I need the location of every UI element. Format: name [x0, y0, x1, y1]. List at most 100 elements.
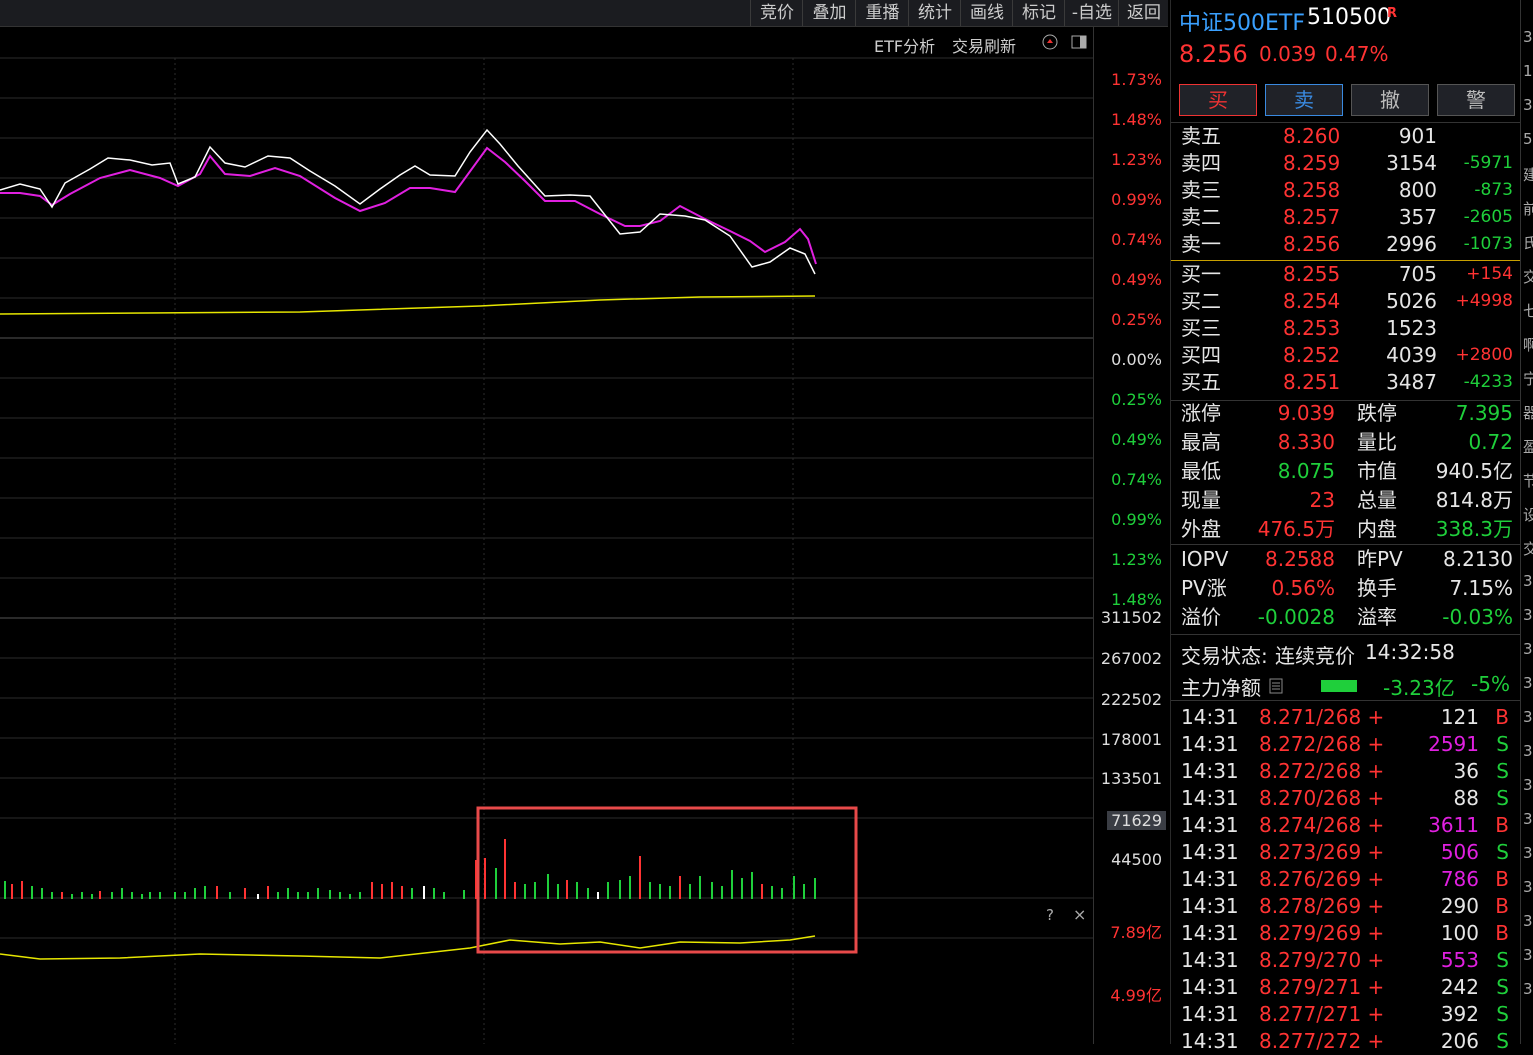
tick-row[interactable]: 14:31 8.271/268 + 121 B [1171, 704, 1521, 731]
tick-price: 8.279/270 + [1259, 948, 1385, 972]
price-change-pct: 0.47% [1325, 42, 1389, 66]
tick-time: 14:31 [1181, 948, 1239, 972]
menu-item-0[interactable]: 竞价 [750, 0, 803, 26]
tick-row[interactable]: 14:31 8.279/270 + 553 S [1171, 947, 1521, 974]
security-name: 中证500ETF [1179, 11, 1305, 36]
stat-value: 7.15% [1449, 576, 1513, 600]
bid-row[interactable]: 买一 8.255 705 +154 [1171, 261, 1521, 288]
tick-row[interactable]: 14:31 8.278/269 + 290 B [1171, 893, 1521, 920]
ask-row[interactable]: 卖四 8.259 3154 -5971 [1171, 150, 1521, 177]
stat-label: 外盘 [1181, 517, 1221, 541]
menu-item-3[interactable]: 统计 [908, 0, 961, 26]
tick-row[interactable]: 14:31 8.274/268 + 3611 B [1171, 812, 1521, 839]
stat-label: 最低 [1181, 459, 1221, 483]
tick-row[interactable]: 14:31 8.272/268 + 2591 S [1171, 731, 1521, 758]
stat-label: 溢价 [1181, 605, 1221, 629]
list-icon[interactable] [1269, 678, 1283, 694]
price-axis-label: 1.48% [1111, 590, 1162, 609]
bid-row[interactable]: 买五 8.251 3487 -4233 [1171, 369, 1521, 396]
edge-char: 1 [1523, 62, 1533, 80]
alert-button[interactable]: 警 [1437, 84, 1515, 116]
tick-side: S [1496, 759, 1509, 783]
edge-char: 5 [1523, 130, 1533, 148]
last-price: 8.256 [1179, 40, 1248, 68]
tick-price: 8.277/271 + [1259, 1002, 1385, 1026]
menu-item-1[interactable]: 叠加 [802, 0, 856, 26]
main-flow-bar [1321, 680, 1357, 692]
volume-axis-label: 133501 [1100, 769, 1162, 788]
tick-side: S [1496, 1029, 1509, 1053]
tick-time: 14:31 [1181, 867, 1239, 891]
intraday-chart[interactable]: ? × [0, 26, 1093, 1044]
price-axis-label: 0.74% [1111, 470, 1162, 489]
tick-side: B [1495, 867, 1509, 891]
price-axis-label: 0.99% [1111, 190, 1162, 209]
tick-time: 14:31 [1181, 894, 1239, 918]
tick-time: 14:31 [1181, 975, 1239, 999]
cancel-button[interactable]: 撤 [1351, 84, 1429, 116]
tick-row[interactable]: 14:31 8.276/269 + 786 B [1171, 866, 1521, 893]
tick-side: S [1496, 975, 1509, 999]
side-strip: 3135建前氏交七啊宁器盈节设交3333333333333 [1520, 0, 1533, 1044]
tick-row[interactable]: 14:31 8.277/272 + 206 S [1171, 1028, 1521, 1055]
edge-char: 设 [1523, 506, 1533, 524]
ask-row[interactable]: 卖二 8.257 357 -2605 [1171, 204, 1521, 231]
edge-char: 器 [1523, 404, 1533, 422]
bid-row[interactable]: 买四 8.252 4039 +2800 [1171, 342, 1521, 369]
price-axis-label: 0.00% [1111, 350, 1162, 369]
tick-time: 14:31 [1181, 921, 1239, 945]
menu-item-5[interactable]: 标记 [1012, 0, 1065, 26]
level-delta: +2800 [1455, 345, 1513, 365]
level-label: 买五 [1181, 370, 1221, 394]
tick-side: S [1496, 732, 1509, 756]
menu-item-2[interactable]: 重播 [855, 0, 909, 26]
level-delta: -2605 [1463, 207, 1513, 227]
sell-button[interactable]: 卖 [1265, 84, 1343, 116]
tick-volume: 242 [1440, 975, 1479, 999]
tick-volume: 2591 [1428, 732, 1479, 756]
help-icon[interactable]: ? [1046, 906, 1054, 924]
buy-button[interactable]: 买 [1179, 84, 1257, 116]
menu-item-6[interactable]: -自选 [1064, 0, 1119, 26]
ask-row[interactable]: 卖一 8.256 2996 -1073 [1171, 231, 1521, 258]
price-change: 0.039 [1259, 42, 1317, 66]
stat-row: 最高 8.330 量比 0.72 [1171, 429, 1521, 456]
tick-time: 14:31 [1181, 786, 1239, 810]
menu-item-7[interactable]: 返回 [1118, 0, 1169, 26]
edge-char: 3 [1523, 980, 1533, 998]
bid-row[interactable]: 买二 8.254 5026 +4998 [1171, 288, 1521, 315]
tick-row[interactable]: 14:31 8.270/268 + 88 S [1171, 785, 1521, 812]
tick-row[interactable]: 14:31 8.272/268 + 36 S [1171, 758, 1521, 785]
level-volume: 3154 [1386, 151, 1437, 175]
security-code: 510500 [1307, 5, 1391, 30]
stat-value: 23 [1309, 488, 1335, 512]
tick-row[interactable]: 14:31 8.277/271 + 392 S [1171, 1001, 1521, 1028]
stat-row: 外盘 476.5万 内盘 338.3万 [1171, 516, 1521, 543]
close-icon[interactable]: × [1073, 905, 1086, 924]
ask-row[interactable]: 卖五 8.260 901 [1171, 123, 1521, 150]
level-delta: -4233 [1463, 372, 1513, 392]
tick-volume: 506 [1440, 840, 1479, 864]
edge-char: 3 [1523, 96, 1533, 114]
level-volume: 2996 [1386, 232, 1437, 256]
edge-char: 3 [1523, 912, 1533, 930]
price-axis-label: 0.99% [1111, 510, 1162, 529]
stat-value: -0.03% [1442, 605, 1513, 629]
level-delta: -1073 [1463, 234, 1513, 254]
tick-row[interactable]: 14:31 8.279/269 + 100 B [1171, 920, 1521, 947]
tick-side: S [1496, 948, 1509, 972]
menu-item-4[interactable]: 画线 [960, 0, 1013, 26]
bid-row[interactable]: 买三 8.253 1523 [1171, 315, 1521, 342]
tick-volume: 290 [1440, 894, 1479, 918]
edge-char: 氏 [1523, 234, 1533, 252]
level-label: 买四 [1181, 343, 1221, 367]
edge-char: 七 [1523, 302, 1533, 320]
edge-char: 3 [1523, 640, 1533, 658]
price-axis-label: 1.73% [1111, 70, 1162, 89]
tick-volume: 88 [1453, 786, 1479, 810]
volume-axis-label: 311502 [1100, 608, 1162, 627]
ask-row[interactable]: 卖三 8.258 800 -873 [1171, 177, 1521, 204]
tick-price: 8.279/269 + [1259, 921, 1385, 945]
tick-row[interactable]: 14:31 8.279/271 + 242 S [1171, 974, 1521, 1001]
tick-row[interactable]: 14:31 8.273/269 + 506 S [1171, 839, 1521, 866]
